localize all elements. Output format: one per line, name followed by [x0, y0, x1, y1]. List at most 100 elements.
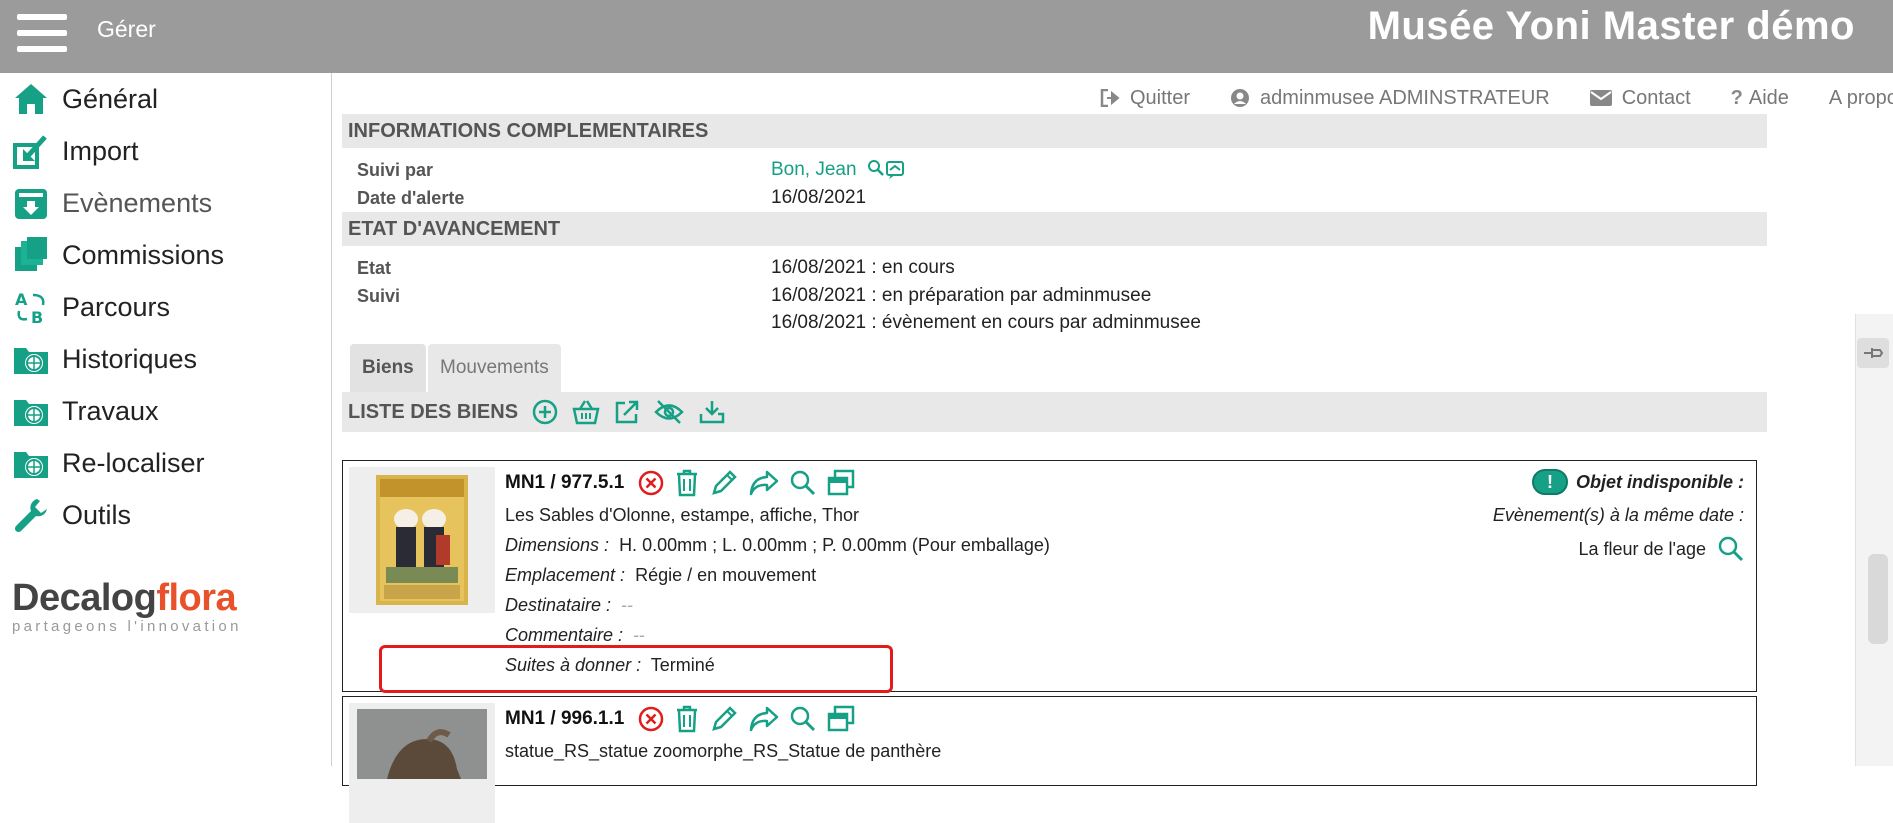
share-icon[interactable] — [749, 470, 779, 496]
sidebar-item-label: Evènements — [62, 187, 213, 218]
sidebar-item-label: Général — [62, 83, 159, 114]
decalog-flora-logo: Decalogflora partageons l'innovation — [12, 578, 312, 635]
commentaire-value: -- — [633, 625, 646, 645]
dimensions-value: H. 0.00mm ; L. 0.00mm ; P. 0.00mm (Pour … — [619, 535, 1050, 555]
share-icon[interactable] — [749, 706, 779, 732]
duplicate-window-icon[interactable] — [827, 705, 855, 733]
parcours-icon: AB — [12, 288, 50, 326]
history-folder-icon — [12, 340, 50, 378]
item-title: Les Sables d'Olonne, estampe, affiche, T… — [505, 505, 859, 525]
sidebar-item-label: Historiques — [62, 343, 198, 374]
item-ref[interactable]: MN1 / 977.5.1 — [505, 472, 624, 494]
user-label: adminmusee ADMINSTRATEUR — [1260, 86, 1550, 109]
hamburger-menu-icon[interactable] — [17, 14, 67, 54]
sidebar-item-label: Commissions — [62, 239, 225, 270]
commentaire-label: Commentaire : — [505, 625, 624, 645]
emplacement-value: Régie / en mouvement — [635, 565, 817, 585]
tab-mouvements[interactable]: Mouvements — [428, 344, 561, 392]
external-link-icon[interactable] — [614, 399, 640, 425]
sidebar-item-label: Travaux — [62, 395, 159, 426]
quit-link[interactable]: Quitter — [1100, 87, 1190, 110]
scrollbar[interactable] — [1855, 314, 1893, 766]
sidebar-item-import[interactable]: Import — [12, 131, 139, 171]
suivi-par-label: Suivi par — [357, 160, 434, 180]
about-link[interactable]: A propos — [1829, 87, 1893, 110]
etat-value: 16/08/2021 : en cours — [771, 257, 955, 278]
import-icon — [12, 132, 50, 170]
help-label: Aide — [1748, 86, 1789, 109]
artwork-thumbnail[interactable] — [349, 703, 495, 823]
item-emplacement: Emplacement : Régie / en mouvement — [505, 565, 816, 586]
user-link[interactable]: adminmusee ADMINSTRATEUR — [1230, 87, 1550, 110]
same-date-event: La fleur de l'age — [1493, 536, 1744, 562]
tabs: Biens Mouvements — [342, 344, 1767, 392]
help-link[interactable]: ? Aide — [1731, 87, 1789, 110]
search-person-icon[interactable] — [867, 159, 905, 181]
duplicate-window-icon[interactable] — [827, 469, 855, 497]
same-date-label: Evènement(s) à la même date : — [1492, 505, 1744, 525]
envelope-icon — [1589, 90, 1612, 106]
eye-slash-icon[interactable] — [654, 399, 684, 425]
relocate-folder-icon — [12, 444, 50, 482]
tab-biens[interactable]: Biens — [350, 344, 426, 392]
events-icon — [12, 184, 50, 222]
artwork-thumbnail[interactable] — [349, 467, 495, 613]
scrollbar-thumb[interactable] — [1868, 554, 1888, 644]
date-alerte-value: 16/08/2021 — [771, 187, 867, 208]
sidebar-item-label: Import — [62, 135, 139, 166]
wrench-icon — [12, 496, 50, 534]
sidebar: Général Import Evènements Commissions AB… — [0, 73, 332, 766]
add-circle-icon[interactable] — [532, 399, 558, 425]
sidebar-item-label: Outils — [62, 499, 132, 530]
main-content: INFORMATIONS COMPLEMENTAIRES Suivi par B… — [342, 114, 1767, 823]
pencil-icon[interactable] — [710, 705, 738, 733]
sidebar-item-label: Re-localiser — [62, 447, 205, 478]
search-icon[interactable] — [790, 706, 816, 732]
sidebar-item-historiques[interactable]: Historiques — [12, 339, 197, 379]
logo-part2: flora — [156, 577, 237, 619]
works-folder-icon — [12, 392, 50, 430]
suivi-label: Suivi — [357, 286, 401, 306]
pin-icon[interactable] — [1857, 338, 1889, 368]
header-links: Quitter adminmusee ADMINSTRATEUR Contact… — [1100, 85, 1893, 111]
logo-tagline: partageons l'innovation — [12, 618, 242, 635]
list-title: LISTE DES BIENS — [348, 400, 519, 423]
download-icon[interactable] — [698, 399, 726, 425]
item-ref[interactable]: MN1 / 996.1.1 — [505, 708, 624, 730]
suivi-par-link[interactable]: Bon, Jean — [771, 159, 857, 181]
suivi-row: Suivi 16/08/2021 : en préparation par ad… — [342, 282, 1767, 336]
date-alerte-label: Date d'alerte — [357, 188, 465, 208]
sidebar-item-commissions[interactable]: Commissions — [12, 235, 224, 275]
sidebar-item-outils[interactable]: Outils — [12, 495, 131, 535]
trash-icon[interactable] — [675, 469, 699, 497]
remove-circle-icon[interactable] — [638, 706, 664, 732]
emplacement-label: Emplacement : — [505, 565, 626, 585]
trash-icon[interactable] — [675, 705, 699, 733]
availability-info: ! Objet indisponible : Evènement(s) à la… — [1493, 469, 1744, 562]
list-item: MN1 / 996.1.1 statue_RS_statue zoomorphe… — [342, 696, 1757, 823]
item-destinataire: Destinataire : -- — [505, 595, 633, 616]
svg-text:B: B — [31, 308, 43, 325]
top-bar: Gérer Musée Yoni Master démo — [0, 0, 1893, 73]
list-header: LISTE DES BIENS — [342, 392, 1767, 432]
sidebar-item-travaux[interactable]: Travaux — [12, 391, 159, 431]
pencil-icon[interactable] — [710, 469, 738, 497]
search-icon[interactable] — [1718, 536, 1744, 562]
sign-out-icon — [1100, 89, 1120, 107]
home-icon — [12, 80, 50, 118]
sidebar-item-relocaliser[interactable]: Re-localiser — [12, 443, 205, 483]
search-icon[interactable] — [790, 470, 816, 496]
sidebar-item-parcours[interactable]: AB Parcours — [12, 287, 170, 327]
question-icon: ? — [1730, 86, 1743, 109]
basket-icon[interactable] — [572, 399, 600, 425]
sidebar-item-general[interactable]: Général — [12, 79, 158, 119]
commissions-icon — [12, 236, 50, 274]
etat-row: Etat 16/08/2021 : en cours — [342, 254, 1767, 282]
sidebar-item-events[interactable]: Evènements — [12, 183, 212, 223]
remove-circle-icon[interactable] — [638, 470, 664, 496]
manage-menu-label[interactable]: Gérer — [97, 16, 156, 43]
contact-link[interactable]: Contact — [1589, 87, 1691, 110]
user-circle-icon — [1230, 88, 1250, 108]
suivi-value-1: 16/08/2021 : en préparation par adminmus… — [771, 285, 1152, 306]
svg-text:A: A — [15, 290, 28, 309]
